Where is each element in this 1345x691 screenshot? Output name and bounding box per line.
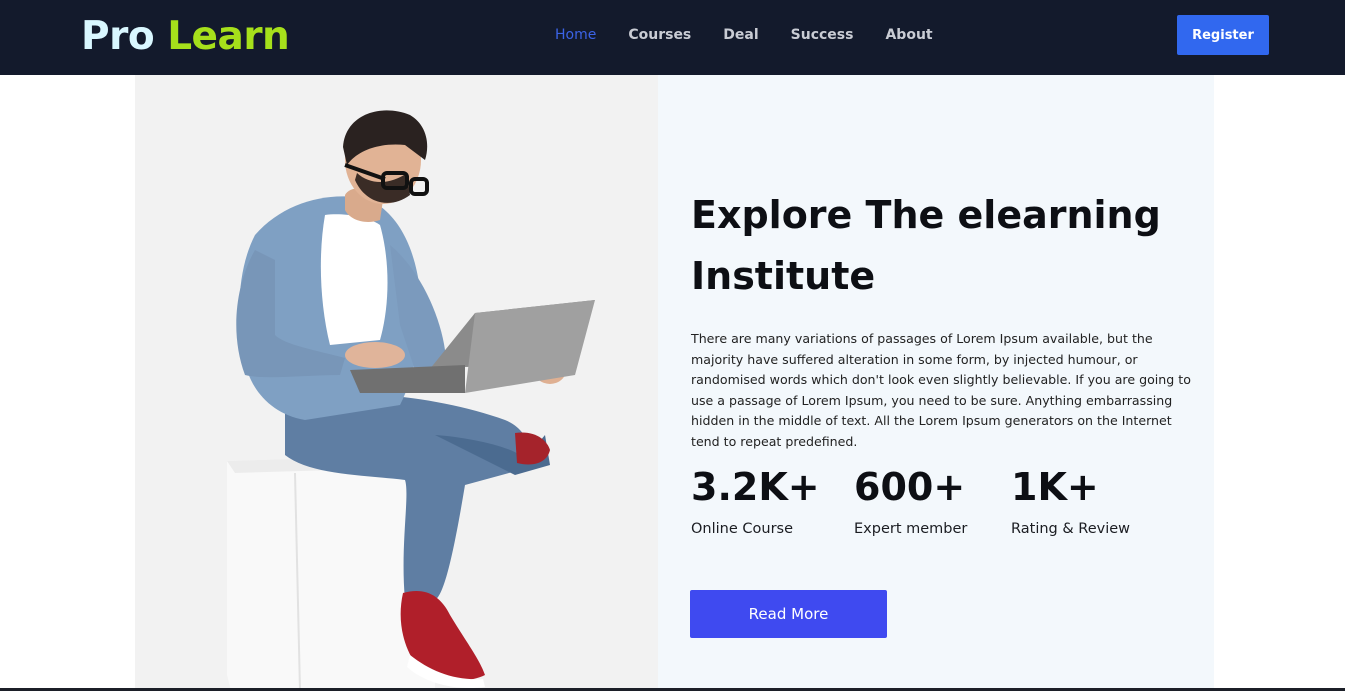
- stat-expert-member: 600+ Expert member: [854, 465, 967, 539]
- stat-online-course: 3.2K+ Online Course: [691, 465, 820, 539]
- nav-link-courses[interactable]: Courses: [628, 26, 691, 44]
- stat-label: Online Course: [691, 521, 794, 537]
- read-more-button[interactable]: Read More: [690, 590, 887, 638]
- nav-link-success[interactable]: Success: [791, 26, 854, 44]
- hero-title: Explore The elearning Institute: [691, 193, 1161, 298]
- student-illustration: [135, 75, 658, 691]
- top-navbar: Pro Learn Home Courses Deal Success Abou…: [0, 0, 1345, 75]
- main-nav: Home Courses Deal Success About: [555, 26, 933, 44]
- register-button[interactable]: Register: [1177, 15, 1269, 55]
- brand-word-learn: Learn: [167, 14, 290, 59]
- stat-value: 3.2K+: [691, 465, 820, 509]
- nav-link-deal[interactable]: Deal: [723, 26, 758, 44]
- stat-label: Expert member: [854, 521, 968, 537]
- hero-content-panel: Explore The elearning Institute There ar…: [658, 75, 1214, 691]
- brand-logo[interactable]: Pro Learn: [81, 13, 290, 61]
- hero-image-student-with-laptop: [135, 75, 658, 691]
- stat-label: Rating & Review: [1011, 521, 1131, 537]
- stat-rating-review: 1K+ Rating & Review: [1011, 465, 1130, 539]
- stat-value: 600+: [854, 465, 966, 509]
- nav-link-home[interactable]: Home: [555, 26, 596, 44]
- nav-link-about[interactable]: About: [885, 26, 932, 44]
- hero-description: There are many variations of passages of…: [691, 331, 1191, 449]
- stat-value: 1K+: [1011, 465, 1099, 509]
- brand-word-pro: Pro: [81, 14, 155, 59]
- hero-section: Explore The elearning Institute There ar…: [135, 75, 1214, 691]
